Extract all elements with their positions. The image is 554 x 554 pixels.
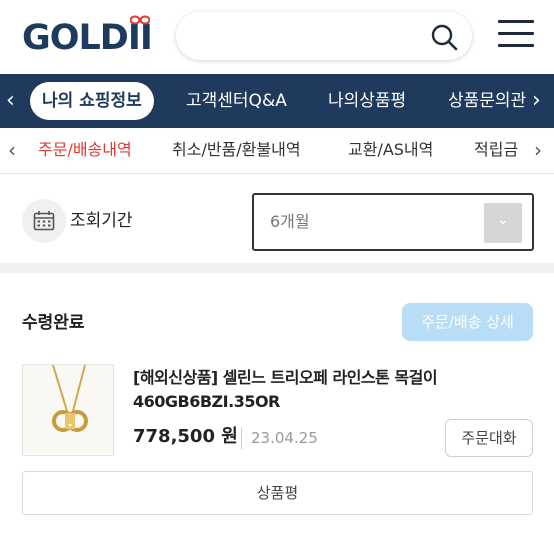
order-subtabs: ‹ 주문/배송내역 취소/반품/환불내역 교환/AS내역 적립금 ›: [0, 128, 554, 174]
tab-order-delivery[interactable]: 주문/배송내역: [38, 138, 132, 162]
hamburger-menu-icon[interactable]: [498, 20, 534, 48]
tab-exchange-as[interactable]: 교환/AS내역: [348, 138, 433, 162]
tab-points[interactable]: 적립금: [474, 138, 518, 162]
tab-cancel-return-refund[interactable]: 취소/반품/환불내역: [172, 138, 301, 162]
chevron-left-icon[interactable]: ‹: [6, 87, 15, 115]
search-input[interactable]: [176, 12, 472, 60]
order-date: 23.04.25: [251, 429, 318, 447]
calendar-icon: [22, 199, 66, 243]
chevron-down-icon[interactable]: ⌄: [484, 203, 522, 243]
nav-item-product-inquiry[interactable]: 상품문의관: [448, 88, 530, 114]
nav-item-my-shopping[interactable]: 나의 쇼핑정보: [30, 82, 154, 120]
chevron-left-icon[interactable]: ‹: [8, 137, 16, 163]
period-selected-value: 6개월: [270, 212, 310, 231]
period-label: 조회기간: [70, 211, 133, 231]
order-card: 수령완료 주문/배송 상세 [해외신상품] 셀린느 트리오페 라인스톤 목걸이 …: [0, 273, 554, 554]
write-review-button[interactable]: 상품평: [22, 471, 533, 515]
ribbon-icon: [130, 15, 150, 25]
product-price: 778,500 원: [133, 426, 238, 447]
main-nav: ‹ 나의 쇼핑정보 고객센터Q&A 나의상품평 상품문의관 ›: [0, 74, 554, 128]
product-name[interactable]: [해외신상품] 셀린느 트리오페 라인스톤 목걸이 460GB6BZI.35OR: [133, 366, 533, 414]
nav-item-customer-qa[interactable]: 고객센터Q&A: [186, 88, 287, 114]
header: GOLDII: [0, 0, 554, 74]
section-divider: [0, 263, 554, 273]
product-thumbnail[interactable]: [22, 364, 114, 456]
nav-item-my-reviews[interactable]: 나의상품평: [328, 88, 406, 114]
period-filter: 조회기간 6개월 ⌄: [0, 175, 554, 263]
period-select[interactable]: 6개월 ⌄: [252, 193, 534, 251]
chevron-right-icon[interactable]: ›: [534, 137, 542, 163]
order-detail-button[interactable]: 주문/배송 상세: [402, 303, 533, 341]
necklace-image: [23, 365, 113, 455]
price-divider: [241, 427, 242, 449]
order-status: 수령완료: [22, 313, 85, 333]
order-chat-button[interactable]: 주문대화: [445, 419, 533, 457]
goldii-logo[interactable]: GOLDII: [22, 14, 154, 60]
chevron-right-icon[interactable]: ›: [532, 87, 541, 115]
search-icon[interactable]: [430, 23, 458, 51]
